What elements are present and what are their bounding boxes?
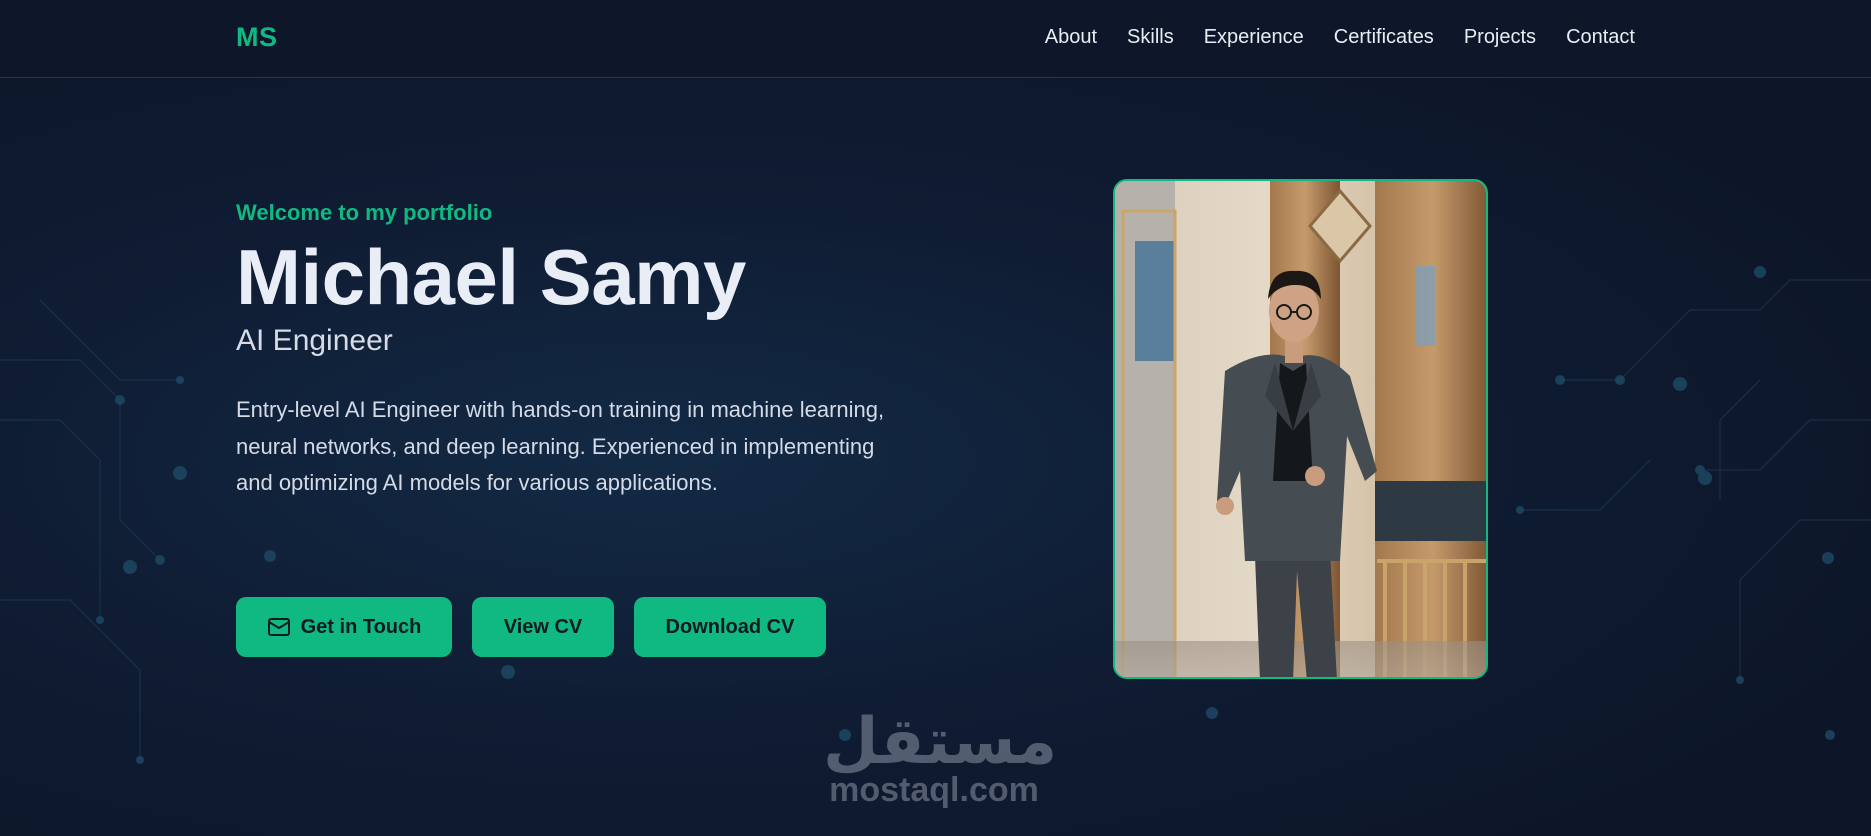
nav-link-experience[interactable]: Experience — [1204, 26, 1304, 49]
navbar: MS About Skills Experience Certificates … — [0, 0, 1871, 78]
view-cv-button[interactable]: View CV — [472, 597, 614, 657]
nav-link-certificates[interactable]: Certificates — [1334, 26, 1434, 49]
nav-link-skills[interactable]: Skills — [1127, 26, 1174, 49]
download-cv-button[interactable]: Download CV — [634, 597, 826, 657]
profile-photo-image — [1115, 181, 1486, 677]
nav-link-contact[interactable]: Contact — [1566, 26, 1635, 49]
nav-link-projects[interactable]: Projects — [1464, 26, 1536, 49]
mail-icon — [267, 618, 290, 636]
mostaql-watermark: مستقل mostaql.com — [823, 705, 1058, 809]
page: MS About Skills Experience Certificates … — [0, 0, 1871, 836]
welcome-text: Welcome to my portfolio — [236, 200, 493, 225]
hero-intro: Welcome to my portfolio Michael Samy AI … — [236, 200, 916, 502]
watermark-latin: mostaql.com — [829, 771, 1039, 809]
hero-role: AI Engineer — [236, 324, 393, 357]
watermark-arabic: مستقل — [823, 705, 1058, 779]
profile-photo — [1113, 179, 1488, 679]
get-in-touch-button[interactable]: Get in Touch — [236, 597, 452, 657]
nav-links: About Skills Experience Certificates Pro… — [1045, 26, 1635, 49]
get-in-touch-label: Get in Touch — [300, 615, 422, 638]
nav-link-about[interactable]: About — [1045, 26, 1097, 49]
hero-description: Entry-level AI Engineer with hands-on tr… — [236, 397, 885, 495]
logo[interactable]: MS — [236, 22, 278, 53]
hero-actions: Get in Touch View CV Download CV — [236, 597, 826, 657]
hero-name: Michael Samy — [236, 233, 746, 321]
